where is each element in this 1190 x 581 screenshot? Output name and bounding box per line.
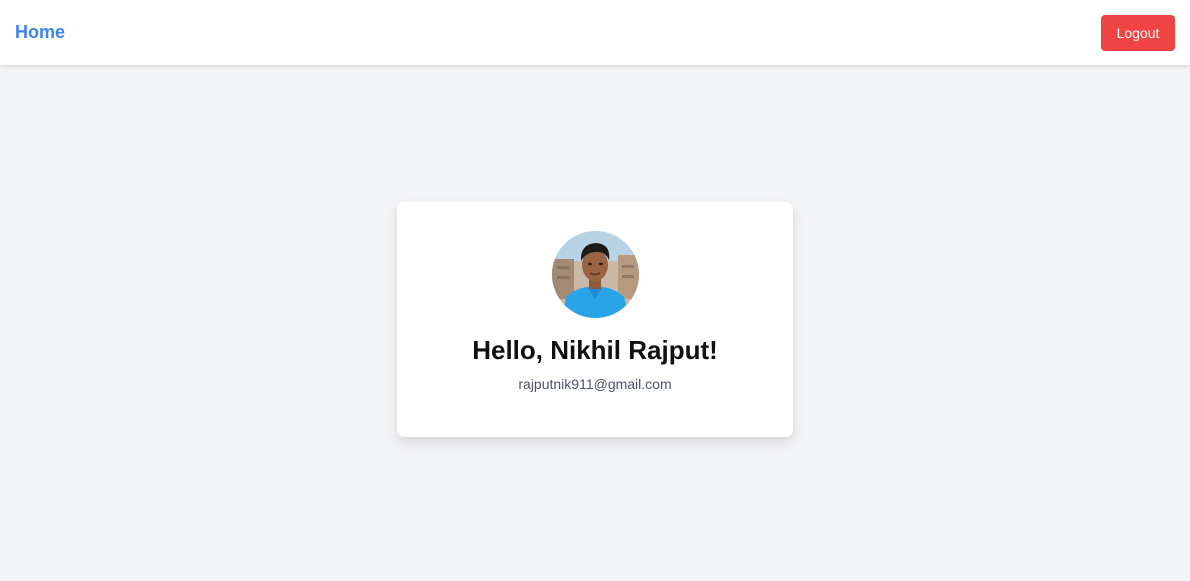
user-email: rajputnik911@gmail.com bbox=[518, 376, 672, 392]
user-photo-avatar-icon bbox=[552, 231, 639, 318]
profile-card: Hello, Nikhil Rajput! rajputnik911@gmail… bbox=[397, 202, 793, 437]
logout-button[interactable]: Logout bbox=[1101, 14, 1175, 51]
avatar bbox=[552, 231, 639, 318]
greeting-heading: Hello, Nikhil Rajput! bbox=[472, 335, 718, 365]
top-navbar: Home Logout bbox=[0, 0, 1190, 65]
home-link[interactable]: Home bbox=[15, 22, 65, 43]
